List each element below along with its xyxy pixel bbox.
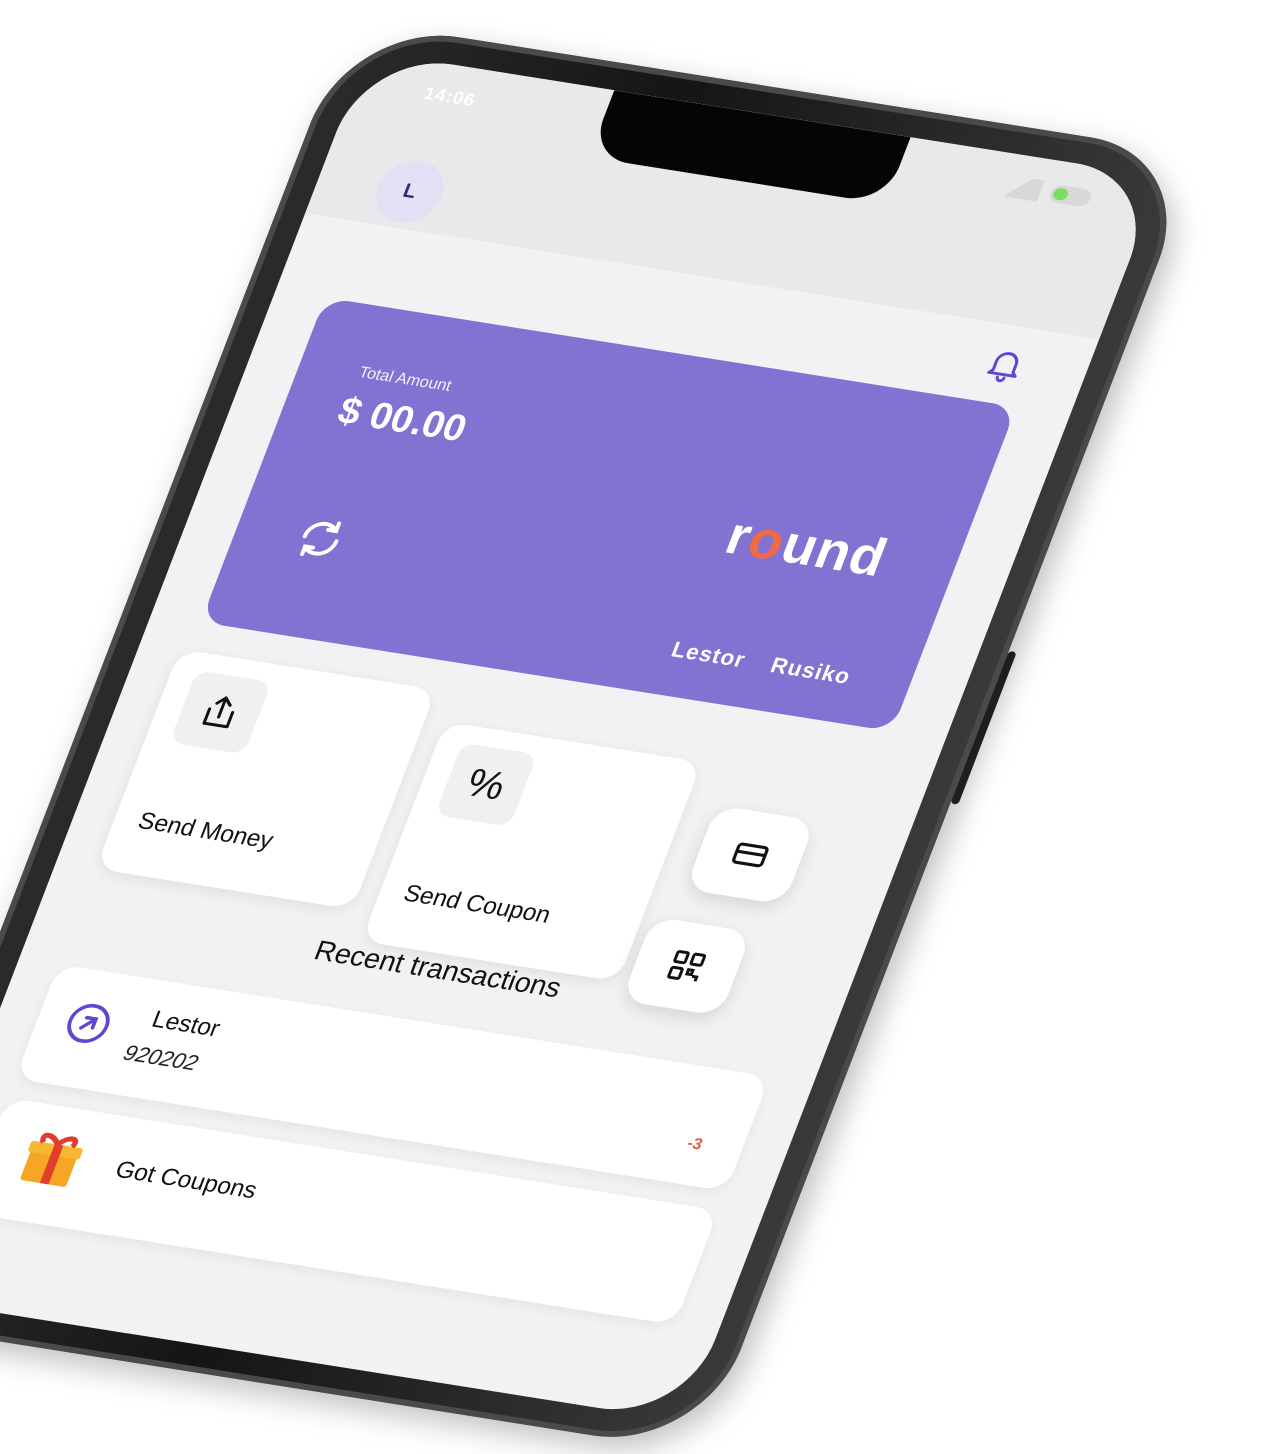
balance-card[interactable]: Total Amount $ 00.00 round Lestor Rusiko (200, 297, 1017, 732)
card-amount: $ 00.00 (331, 390, 473, 451)
card-button[interactable] (684, 805, 816, 905)
send-money-button[interactable]: Send Money (95, 649, 437, 910)
holder-first: Lestor (668, 636, 750, 673)
holder-last: Rusiko (767, 652, 855, 689)
card-holder-name: Lestor Rusiko (668, 637, 855, 690)
transaction-amount-badge: -3 (684, 1135, 705, 1154)
bell-icon[interactable] (978, 343, 1032, 387)
battery-icon (1047, 184, 1094, 208)
qr-code-icon (667, 950, 707, 982)
brand-accent-letter: o (739, 509, 796, 572)
transaction-id: 920202 (120, 1040, 202, 1076)
sync-icon[interactable] (288, 512, 353, 565)
brand-text: round (717, 505, 896, 588)
send-money-label: Send Money (134, 807, 278, 855)
phone-frame: 14:06 L Total Amount $ 00.00 round Lesto… (0, 20, 1200, 1453)
card-label: Total Amount (356, 364, 454, 395)
send-coupon-label: Send Coupon (399, 879, 555, 929)
share-icon (169, 670, 272, 755)
app-screen: 14:06 L Total Amount $ 00.00 round Lesto… (0, 51, 1162, 1422)
percent-icon: % (434, 742, 538, 827)
arrow-up-right-icon (67, 1003, 110, 1043)
transaction-name: Got Coupons (111, 1156, 261, 1205)
qr-button[interactable] (621, 916, 753, 1017)
card-brand-logo: round (717, 505, 896, 589)
gift-icon (20, 1132, 83, 1187)
credit-card-icon (732, 842, 769, 868)
transaction-name: Lestor (148, 1006, 224, 1043)
